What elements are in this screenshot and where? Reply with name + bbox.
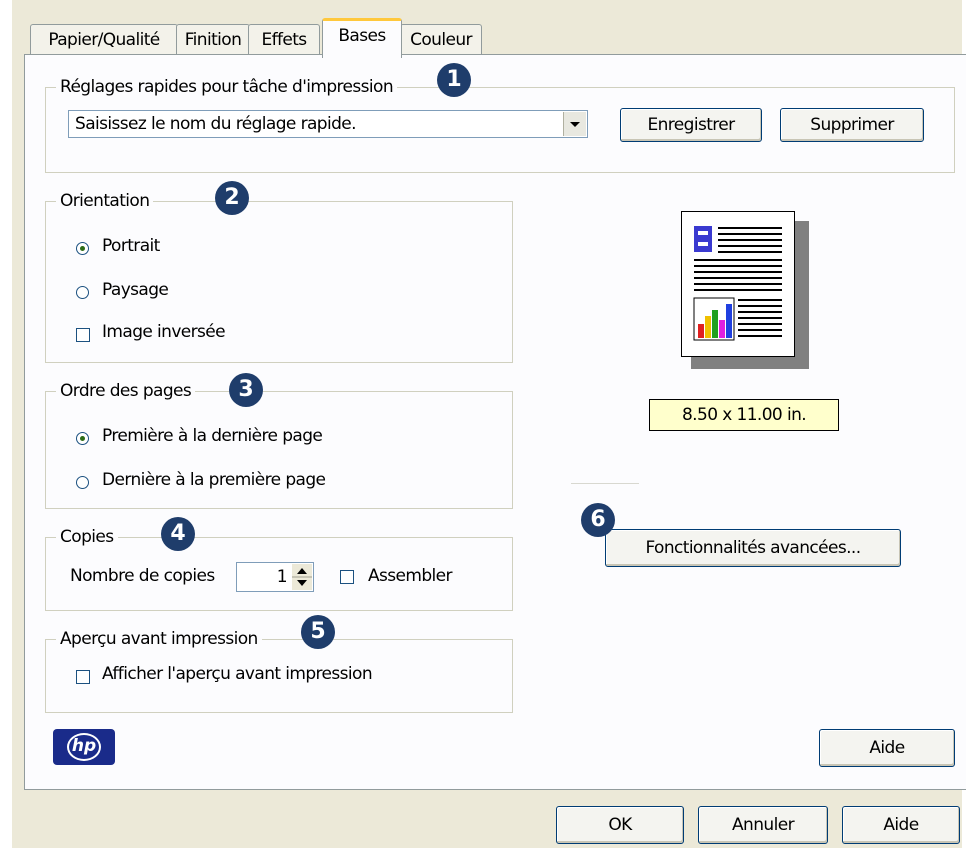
landscape-radio[interactable]	[76, 286, 89, 299]
divider	[571, 483, 639, 484]
show-preview-label: Afficher l'aperçu avant impression	[102, 664, 373, 684]
copies-count-label: Nombre de copies	[70, 566, 215, 586]
first-to-last-label: Première à la dernière page	[102, 426, 323, 446]
callout-badge-1: 1	[437, 63, 471, 97]
callout-badge-6: 6	[581, 503, 615, 537]
show-preview-checkbox[interactable]	[76, 670, 90, 684]
tab-basics[interactable]: Bases	[322, 18, 402, 58]
page-order-legend: Ordre des pages	[56, 378, 196, 404]
print-preview-group: Aperçu avant impression Afficher l'aperç…	[45, 626, 513, 713]
paper-size-label: 8.50 x 11.00 in.	[649, 399, 839, 431]
hp-logo: hp	[53, 729, 115, 765]
quick-settings-select-value: Saisissez le nom du réglage rapide.	[75, 114, 357, 134]
callout-badge-2: 2	[215, 181, 249, 215]
callout-badge-4: 4	[161, 517, 195, 551]
page-preview-icon	[681, 211, 795, 357]
mirror-image-label: Image inversée	[102, 322, 226, 342]
collate-checkbox[interactable]	[340, 570, 354, 584]
copies-group: Copies Nombre de copies 1 Assembler	[45, 524, 513, 611]
advanced-features-button[interactable]: Fonctionnalités avancées...	[605, 529, 901, 567]
copies-legend: Copies	[56, 524, 118, 550]
last-to-first-label: Dernière à la première page	[102, 470, 326, 490]
ok-button[interactable]: OK	[556, 806, 684, 844]
cancel-button[interactable]: Annuler	[698, 806, 828, 844]
landscape-label: Paysage	[102, 280, 169, 300]
last-to-first-radio[interactable]	[76, 476, 89, 489]
save-quick-setting-button[interactable]: Enregistrer	[620, 108, 762, 142]
callout-badge-5: 5	[301, 615, 335, 649]
mirror-image-checkbox[interactable]	[76, 328, 90, 342]
print-properties-dialog: Papier/Qualité Finition Effets Bases Cou…	[12, 0, 966, 848]
tab-paper-quality[interactable]: Papier/Qualité	[30, 24, 178, 55]
basics-panel: Réglages rapides pour tâche d'impression…	[24, 54, 966, 790]
copies-stepper[interactable]: 1	[236, 562, 314, 592]
copies-count-value: 1	[276, 567, 288, 587]
portrait-label: Portrait	[102, 236, 160, 256]
chevron-down-icon[interactable]	[563, 112, 586, 136]
tab-color[interactable]: Couleur	[400, 24, 482, 55]
portrait-radio[interactable]	[76, 242, 89, 255]
quick-settings-select[interactable]: Saisissez le nom du réglage rapide.	[68, 110, 588, 138]
panel-help-button[interactable]: Aide	[819, 729, 955, 767]
delete-quick-setting-button[interactable]: Supprimer	[780, 108, 924, 142]
tab-finishing[interactable]: Finition	[176, 24, 250, 55]
help-button[interactable]: Aide	[842, 806, 960, 844]
page-order-group: Ordre des pages Première à la dernière p…	[45, 378, 513, 509]
orientation-group: Orientation Portrait Paysage Image inver…	[45, 188, 513, 363]
collate-label: Assembler	[368, 566, 453, 586]
callout-badge-3: 3	[229, 373, 263, 407]
orientation-legend: Orientation	[56, 188, 154, 214]
print-preview-legend: Aperçu avant impression	[56, 626, 262, 652]
quick-settings-group: Réglages rapides pour tâche d'impression…	[45, 74, 955, 173]
first-to-last-radio[interactable]	[76, 432, 89, 445]
hp-logo-mark: hp	[67, 733, 101, 761]
quick-settings-legend: Réglages rapides pour tâche d'impression	[56, 74, 398, 100]
spin-arrows-icon[interactable]	[292, 564, 312, 590]
tab-effects[interactable]: Effets	[248, 24, 320, 55]
